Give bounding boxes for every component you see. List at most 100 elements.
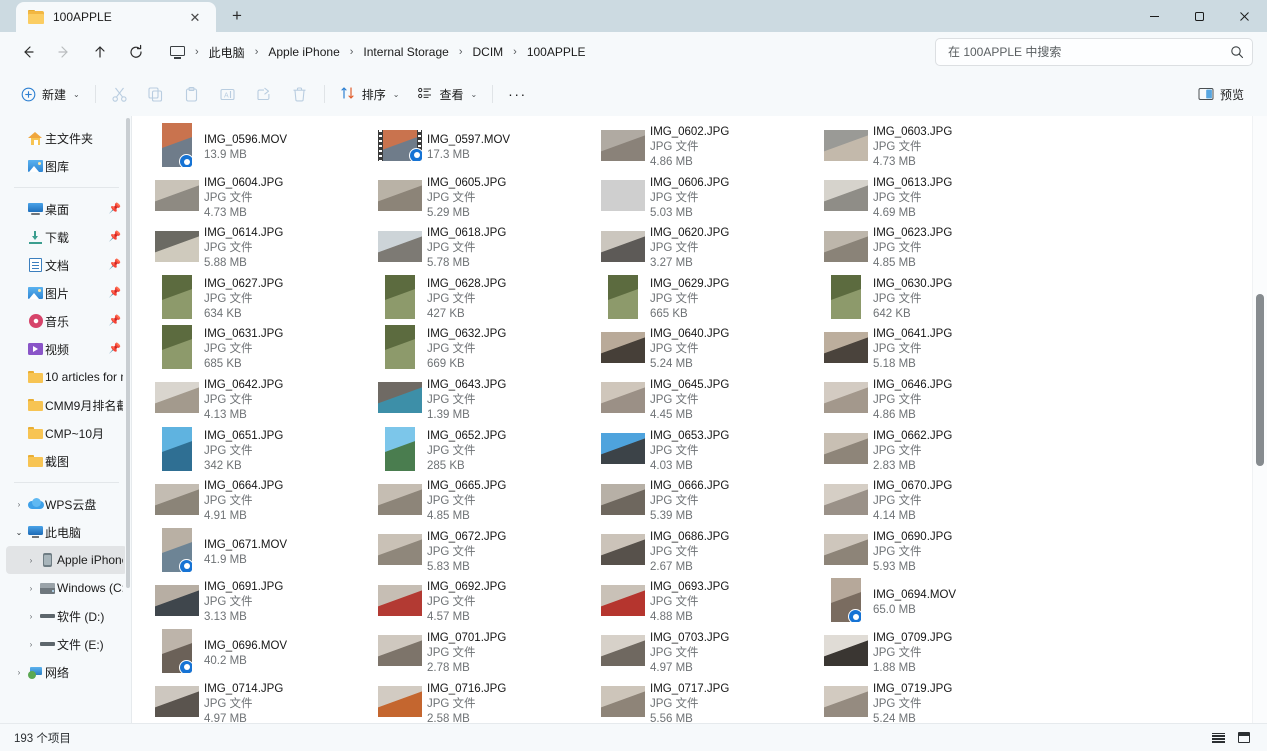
file-item[interactable]: IMG_0628.JPG JPG 文件 427 KB [373, 274, 506, 324]
search-box[interactable] [935, 38, 1253, 66]
search-input[interactable] [948, 45, 1230, 59]
file-item[interactable]: IMG_0645.JPG JPG 文件 4.45 MB [596, 375, 729, 425]
file-item[interactable]: IMG_0596.MOV 13.9 MB [150, 122, 287, 172]
chevron-right-icon[interactable]: › [24, 640, 38, 649]
sidebar-scrollbar[interactable] [125, 116, 131, 723]
breadcrumb-item-2[interactable]: Internal Storage [355, 41, 456, 63]
file-item[interactable]: IMG_0671.MOV 41.9 MB [150, 527, 287, 577]
large-icons-view-toggle[interactable] [1235, 729, 1253, 747]
file-item[interactable]: IMG_0605.JPG JPG 文件 5.29 MB [373, 173, 506, 223]
file-item[interactable]: IMG_0709.JPG JPG 文件 1.88 MB [819, 628, 952, 678]
cut-button[interactable] [102, 78, 138, 110]
file-list-scrollbar[interactable] [1252, 116, 1267, 723]
file-item[interactable]: IMG_0623.JPG JPG 文件 4.85 MB [819, 223, 952, 273]
chevron-right-icon[interactable]: › [12, 668, 26, 677]
chevron-right-icon[interactable]: › [24, 556, 38, 565]
sidebar-item-cmp-folder[interactable]: CMP~10月 [6, 419, 127, 447]
sidebar-item-desktop[interactable]: 桌面 📌 [6, 195, 127, 223]
file-item[interactable]: IMG_0627.JPG JPG 文件 634 KB [150, 274, 283, 324]
sidebar-item-home[interactable]: 主文件夹 [6, 124, 127, 152]
file-item[interactable]: IMG_0717.JPG JPG 文件 5.56 MB [596, 679, 729, 723]
file-item[interactable]: IMG_0630.JPG JPG 文件 642 KB [819, 274, 952, 324]
sidebar-item-screenshots-folder[interactable]: 截图 [6, 447, 127, 475]
close-window-icon[interactable] [1222, 0, 1267, 32]
sidebar-item-documents[interactable]: 文档 📌 [6, 251, 127, 279]
file-item[interactable]: IMG_0613.JPG JPG 文件 4.69 MB [819, 173, 952, 223]
file-item[interactable]: IMG_0703.JPG JPG 文件 4.97 MB [596, 628, 729, 678]
breadcrumb-item-4[interactable]: 100APPLE [519, 41, 594, 63]
file-item[interactable]: IMG_0640.JPG JPG 文件 5.24 MB [596, 324, 729, 374]
file-item[interactable]: IMG_0693.JPG JPG 文件 4.88 MB [596, 577, 729, 627]
details-view-toggle[interactable] [1209, 729, 1227, 747]
file-item[interactable]: IMG_0643.JPG JPG 文件 1.39 MB [373, 375, 506, 425]
file-item[interactable]: IMG_0618.JPG JPG 文件 5.78 MB [373, 223, 506, 273]
file-item[interactable]: IMG_0664.JPG JPG 文件 4.91 MB [150, 476, 283, 526]
file-item[interactable]: IMG_0604.JPG JPG 文件 4.73 MB [150, 173, 283, 223]
breadcrumb-item-1[interactable]: Apple iPhone [260, 41, 347, 63]
chevron-right-icon[interactable]: › [24, 612, 38, 621]
file-item[interactable]: IMG_0641.JPG JPG 文件 5.18 MB [819, 324, 952, 374]
file-item[interactable]: IMG_0701.JPG JPG 文件 2.78 MB [373, 628, 506, 678]
sort-button[interactable]: 排序 ⌄ [331, 78, 409, 110]
file-item[interactable]: IMG_0665.JPG JPG 文件 4.85 MB [373, 476, 506, 526]
search-icon[interactable] [1230, 45, 1244, 59]
file-item[interactable]: IMG_0606.JPG JPG 文件 5.03 MB [596, 173, 729, 223]
file-item[interactable]: IMG_0642.JPG JPG 文件 4.13 MB [150, 375, 283, 425]
file-item[interactable]: IMG_0694.MOV 65.0 MB [819, 577, 956, 627]
file-item[interactable]: IMG_0714.JPG JPG 文件 4.97 MB [150, 679, 283, 723]
new-button[interactable]: 新建 ⌄ [12, 78, 89, 110]
view-button[interactable]: 查看 ⌄ [408, 78, 486, 110]
sidebar-item-cmm-folder[interactable]: CMM9月排名截 [6, 391, 127, 419]
forward-button[interactable] [48, 36, 80, 68]
file-item[interactable]: IMG_0632.JPG JPG 文件 669 KB [373, 324, 506, 374]
file-item[interactable]: IMG_0696.MOV 40.2 MB [150, 628, 287, 678]
breadcrumb-root-icon[interactable] [162, 42, 193, 63]
preview-pane-button[interactable]: 预览 [1189, 78, 1253, 110]
file-item[interactable]: IMG_0662.JPG JPG 文件 2.83 MB [819, 426, 952, 476]
file-item[interactable]: IMG_0629.JPG JPG 文件 665 KB [596, 274, 729, 324]
file-item[interactable]: IMG_0692.JPG JPG 文件 4.57 MB [373, 577, 506, 627]
breadcrumb-item-3[interactable]: DCIM [464, 41, 511, 63]
sidebar-item-articles-folder[interactable]: 10 articles for n [6, 363, 127, 391]
rename-button[interactable]: A [210, 78, 246, 110]
chevron-down-icon[interactable]: ⌄ [12, 528, 26, 537]
file-item[interactable]: IMG_0602.JPG JPG 文件 4.86 MB [596, 122, 729, 172]
up-button[interactable] [84, 36, 116, 68]
sidebar-item-wps-cloud[interactable]: › WPS云盘 [6, 490, 127, 518]
file-item[interactable]: IMG_0719.JPG JPG 文件 5.24 MB [819, 679, 952, 723]
sidebar-item-music[interactable]: 音乐 📌 [6, 307, 127, 335]
sidebar-item-downloads[interactable]: 下载 📌 [6, 223, 127, 251]
delete-button[interactable] [282, 78, 318, 110]
file-item[interactable]: IMG_0631.JPG JPG 文件 685 KB [150, 324, 283, 374]
file-item[interactable]: IMG_0620.JPG JPG 文件 3.27 MB [596, 223, 729, 273]
close-tab-icon[interactable]: ✕ [184, 6, 206, 28]
file-item[interactable]: IMG_0686.JPG JPG 文件 2.67 MB [596, 527, 729, 577]
minimize-icon[interactable] [1132, 0, 1177, 32]
more-options-button[interactable]: ··· [499, 78, 536, 110]
sidebar-item-gallery[interactable]: 图库 [6, 152, 127, 180]
sidebar-item-pictures[interactable]: 图片 📌 [6, 279, 127, 307]
file-item[interactable]: IMG_0652.JPG JPG 文件 285 KB [373, 426, 506, 476]
chevron-right-icon[interactable]: › [24, 584, 38, 593]
file-item[interactable]: IMG_0691.JPG JPG 文件 3.13 MB [150, 577, 283, 627]
copy-button[interactable] [138, 78, 174, 110]
file-item[interactable]: IMG_0672.JPG JPG 文件 5.83 MB [373, 527, 506, 577]
file-item[interactable]: IMG_0716.JPG JPG 文件 2.58 MB [373, 679, 506, 723]
file-item[interactable]: IMG_0653.JPG JPG 文件 4.03 MB [596, 426, 729, 476]
sidebar-item-windows-c[interactable]: › Windows (C:) [6, 574, 127, 602]
maximize-icon[interactable] [1177, 0, 1222, 32]
file-item[interactable]: IMG_0666.JPG JPG 文件 5.39 MB [596, 476, 729, 526]
paste-button[interactable] [174, 78, 210, 110]
sidebar-item-drive-e[interactable]: › 文件 (E:) [6, 630, 127, 658]
file-item[interactable]: IMG_0690.JPG JPG 文件 5.93 MB [819, 527, 952, 577]
scrollbar-thumb[interactable] [1256, 294, 1264, 466]
file-item[interactable]: IMG_0651.JPG JPG 文件 342 KB [150, 426, 283, 476]
sidebar-item-videos[interactable]: 视频 📌 [6, 335, 127, 363]
file-item[interactable]: IMG_0670.JPG JPG 文件 4.14 MB [819, 476, 952, 526]
breadcrumb-item-0[interactable]: 此电脑 [201, 40, 253, 65]
sidebar-item-apple-iphone[interactable]: › Apple iPhone [6, 546, 127, 574]
tab-100apple[interactable]: 100APPLE ✕ [16, 2, 216, 32]
sidebar-item-drive-d[interactable]: › 软件 (D:) [6, 602, 127, 630]
refresh-button[interactable] [120, 36, 152, 68]
sidebar-item-network[interactable]: › 网络 [6, 658, 127, 686]
